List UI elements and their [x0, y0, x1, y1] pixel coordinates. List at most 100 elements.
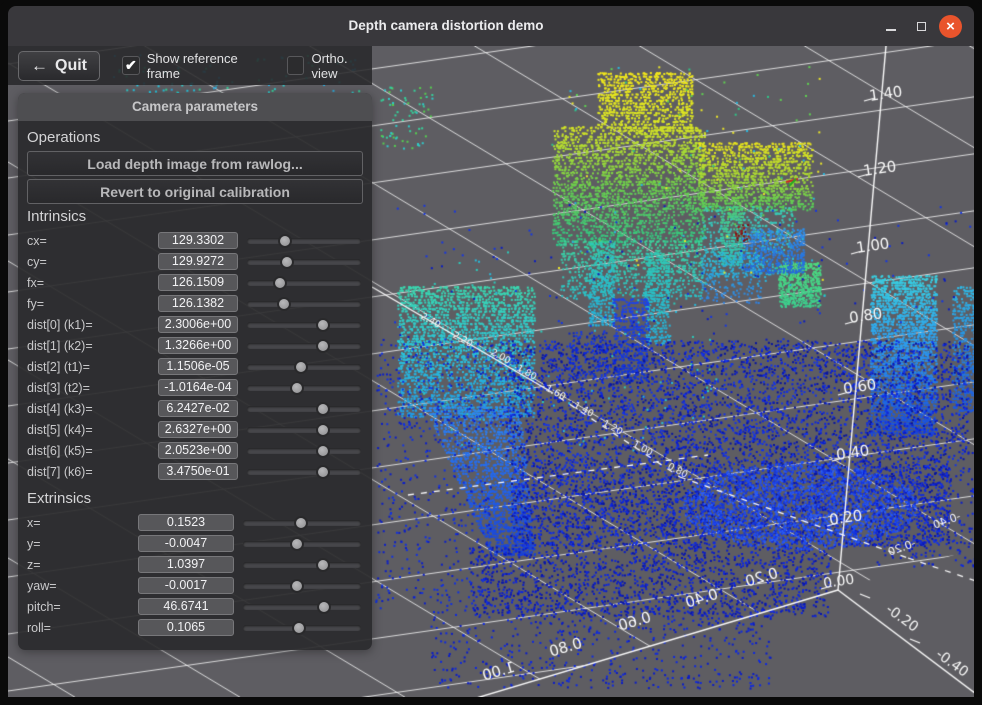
param-value-field-y[interactable]: -0.0047: [138, 535, 234, 552]
param-value-field-yaw[interactable]: -0.0017: [138, 577, 234, 594]
param-slider-dist3[interactable]: [247, 380, 361, 396]
section-heading-operations: Operations: [27, 129, 363, 146]
slider-knob[interactable]: [294, 360, 308, 374]
ortho-view-checkbox[interactable]: Ortho. view: [287, 51, 372, 81]
param-value-field-dist6[interactable]: 2.0523e+00: [158, 442, 238, 459]
param-row-dist6: dist[6] (k5)= 2.0523e+00: [27, 440, 363, 461]
slider-knob[interactable]: [292, 621, 306, 635]
param-slider-dist5[interactable]: [247, 422, 361, 438]
param-slider-dist2[interactable]: [247, 359, 361, 375]
section-heading-extrinsics: Extrinsics: [27, 490, 363, 507]
revert-calibration-button[interactable]: Revert to original calibration: [27, 179, 363, 204]
intrinsics-rows: cx=129.3302cy=129.9272fx=126.1509fy=126.…: [27, 230, 363, 482]
param-value-field-dist3[interactable]: -1.0164e-04: [158, 379, 238, 396]
param-row-dist4: dist[4] (k3)=6.2427e-02: [27, 398, 363, 419]
param-value-field-dist2[interactable]: 1.1506e-05: [158, 358, 238, 375]
slider-knob[interactable]: [278, 234, 292, 248]
slider-knob[interactable]: [316, 444, 330, 458]
param-value-field-x[interactable]: 0.1523: [138, 514, 234, 531]
param-row-cy: cy=129.9272: [27, 251, 363, 272]
param-value-field-dist0[interactable]: 2.3006e+00: [158, 316, 238, 333]
param-slider-yaw[interactable]: [243, 578, 361, 594]
param-slider-fy[interactable]: [247, 296, 361, 312]
minimize-button[interactable]: [879, 14, 903, 38]
slider-knob[interactable]: [277, 297, 291, 311]
slider-track: [247, 343, 361, 349]
param-row-z: z=1.0397: [27, 554, 363, 575]
slider-track: [247, 301, 361, 307]
unchecked-checkbox-icon: [287, 56, 305, 75]
titlebar[interactable]: Depth camera distortion demo ×: [8, 6, 974, 46]
param-slider-dist7[interactable]: [247, 464, 361, 480]
toolbar-checkboxes: ✔Show reference frame Ortho. view: [122, 51, 372, 81]
param-slider-dist1[interactable]: [247, 338, 361, 354]
section-heading-intrinsics: Intrinsics: [27, 208, 363, 225]
param-label-dist7: dist[7] (k6)=: [27, 465, 149, 479]
param-label-pitch: pitch=: [27, 600, 129, 614]
slider-track: [247, 469, 361, 475]
slider-knob[interactable]: [316, 318, 330, 332]
param-row-roll: roll= 0.1065: [27, 617, 363, 638]
param-value-field-dist4[interactable]: 6.2427e-02: [158, 400, 238, 417]
param-value-field-cy[interactable]: 129.9272: [158, 253, 238, 270]
param-slider-dist4[interactable]: [247, 401, 361, 417]
param-value-field-cx[interactable]: 129.3302: [158, 232, 238, 249]
slider-knob[interactable]: [290, 381, 304, 395]
load-depth-image-button[interactable]: Load depth image from rawlog...: [27, 151, 363, 176]
param-slider-dist0[interactable]: [247, 317, 361, 333]
slider-knob[interactable]: [316, 402, 330, 416]
slider-knob[interactable]: [290, 537, 304, 551]
minimize-icon: [886, 29, 896, 31]
param-label-dist2: dist[2] (t1)=: [27, 360, 149, 374]
maximize-button[interactable]: [909, 14, 933, 38]
quit-button[interactable]: ← Quit: [18, 51, 100, 81]
param-value-field-dist1[interactable]: 1.3266e+00: [158, 337, 238, 354]
param-value-field-dist7[interactable]: 3.4750e-01: [158, 463, 238, 480]
slider-knob[interactable]: [316, 558, 330, 572]
operations-buttons: Load depth image from rawlog... Revert to…: [27, 151, 363, 204]
show-reference-frame-checkbox[interactable]: ✔Show reference frame: [122, 51, 265, 81]
param-slider-fx[interactable]: [247, 275, 361, 291]
param-value-field-pitch[interactable]: 46.6741: [138, 598, 234, 615]
slider-knob[interactable]: [273, 276, 287, 290]
param-slider-z[interactable]: [243, 557, 361, 573]
param-value-field-dist5[interactable]: 2.6327e+00: [158, 421, 238, 438]
panel-header[interactable]: Camera parameters: [18, 93, 372, 121]
slider-knob[interactable]: [316, 465, 330, 479]
param-value-field-fx[interactable]: 126.1509: [158, 274, 238, 291]
slider-track: [247, 259, 361, 265]
slider-knob[interactable]: [294, 516, 308, 530]
slider-knob[interactable]: [316, 423, 330, 437]
param-label-roll: roll=: [27, 621, 129, 635]
slider-track: [243, 604, 361, 610]
slider-track: [247, 238, 361, 244]
param-slider-pitch[interactable]: [243, 599, 361, 615]
slider-knob[interactable]: [317, 600, 331, 614]
param-label-dist5: dist[5] (k4)=: [27, 423, 149, 437]
param-row-fy: fy=126.1382: [27, 293, 363, 314]
slider-knob[interactable]: [280, 255, 294, 269]
param-row-dist5: dist[5] (k4)= 2.6327e+00: [27, 419, 363, 440]
param-slider-dist6[interactable]: [247, 443, 361, 459]
close-button[interactable]: ×: [939, 15, 962, 38]
slider-track: [247, 427, 361, 433]
slider-knob[interactable]: [316, 339, 330, 353]
param-slider-x[interactable]: [243, 515, 361, 531]
param-label-dist6: dist[6] (k5)=: [27, 444, 149, 458]
param-row-dist7: dist[7] (k6)= 3.4750e-01: [27, 461, 363, 482]
toolbar: ← Quit ✔Show reference frame Ortho. view: [8, 46, 372, 85]
param-row-cx: cx=129.3302: [27, 230, 363, 251]
checked-checkbox-icon: ✔: [122, 56, 140, 75]
param-label-dist1: dist[1] (k2)=: [27, 339, 149, 353]
param-value-field-fy[interactable]: 126.1382: [158, 295, 238, 312]
back-arrow-icon: ←: [31, 57, 48, 74]
param-value-field-roll[interactable]: 0.1065: [138, 619, 234, 636]
slider-knob[interactable]: [290, 579, 304, 593]
param-slider-roll[interactable]: [243, 620, 361, 636]
panel-body: Operations Load depth image from rawlog.…: [18, 121, 372, 638]
param-slider-cy[interactable]: [247, 254, 361, 270]
param-slider-y[interactable]: [243, 536, 361, 552]
param-row-dist1: dist[1] (k2)= 1.3266e+00: [27, 335, 363, 356]
param-slider-cx[interactable]: [247, 233, 361, 249]
param-value-field-z[interactable]: 1.0397: [138, 556, 234, 573]
